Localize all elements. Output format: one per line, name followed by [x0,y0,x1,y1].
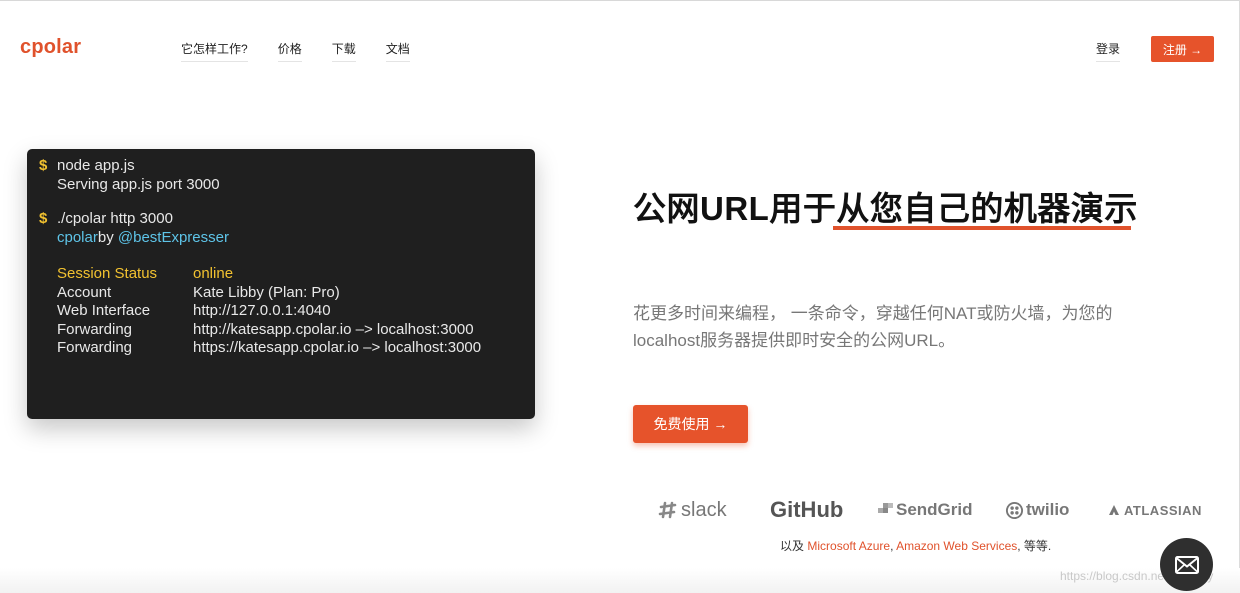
sendgrid-logo: SendGrid [878,497,973,523]
terminal-command: ./cpolar http 3000 [57,210,173,227]
twilio-logo: twilio [1005,497,1069,523]
bottom-fade [0,568,1240,593]
status-row: Account Kate Libby (Plan: Pro) [39,284,523,303]
status-row: Web Interface http://127.0.0.1:4040 [39,302,523,321]
sendgrid-icon [878,503,893,513]
status-key: Forwarding [57,339,133,356]
chat-button[interactable] [1160,538,1213,591]
terminal-author: @bestExpresser [117,228,229,246]
terminal-by: by [97,228,114,246]
partners-text: 以及 Microsoft Azure, Amazon Web Services,… [780,539,1052,553]
nav-how-it-works[interactable]: 它怎样工作? [181,40,248,62]
terminal-line: $ ./cpolar http 3000 [39,210,523,229]
register-button[interactable]: 注册 → [1151,36,1214,62]
free-use-button[interactable]: 免费使用 → [633,405,748,443]
status-value: online [193,265,234,282]
prompt-symbol: $ [39,157,48,174]
top-rule [0,0,1240,1]
terminal-output: Serving app.js port 3000 [57,175,220,193]
status-value: http://127.0.0.1:4040 [193,302,331,319]
terminal-command: node app.js [57,157,135,174]
status-value: http://katesapp.cpolar.io –> localhost:3… [193,320,474,338]
terminal-line: cpolar by @bestExpresser [39,229,523,248]
terminal-brand: cpolar [57,228,98,246]
terminal-window: $ node app.js Serving app.js port 3000 $… [27,149,535,419]
aws-link[interactable]: Amazon Web Services [896,539,1017,553]
nav-pricing[interactable]: 价格 [277,40,302,62]
prompt-symbol: $ [39,210,48,227]
cpolar-logo[interactable]: cpolar [20,36,81,59]
mail-icon [1174,555,1199,574]
azure-link[interactable]: Microsoft Azure [807,539,890,553]
status-value: https://katesapp.cpolar.io –> localhost:… [193,339,482,356]
twilio-icon [1005,501,1024,519]
nav-download[interactable]: 下载 [331,40,356,62]
login-link[interactable]: 登录 [1096,40,1121,62]
status-value: Kate Libby (Plan: Pro) [193,283,340,301]
status-row: Forwarding http://katesapp.cpolar.io –> … [39,321,523,340]
nav-docs[interactable]: 文档 [385,40,410,62]
slack-logo: slack [658,497,727,523]
github-logo: GitHub [770,497,844,522]
status-key: Session Status [57,265,158,282]
status-key: Web Interface [57,302,151,319]
headline-underline [833,226,1131,230]
status-key: Account [57,283,112,301]
slack-icon [658,501,677,519]
status-row: Forwarding https://katesapp.cpolar.io –>… [39,339,523,358]
hero-subtext: 花更多时间来编程， 一条命令，穿越任何NAT或防火墙，为您的localhost服… [633,304,1113,350]
terminal-line: Serving app.js port 3000 [39,176,523,195]
terminal-line: $ node app.js [39,157,523,176]
status-key: Forwarding [57,320,133,338]
hero-headline: 公网URL用于从您自己的机器演示 [633,190,1138,227]
status-row: Session Status online [39,265,523,284]
atlassian-logo: ATLASSIAN [1108,497,1202,523]
atlassian-icon [1109,505,1119,515]
main-nav: 它怎样工作? 价格 下载 文档 [181,40,440,62]
